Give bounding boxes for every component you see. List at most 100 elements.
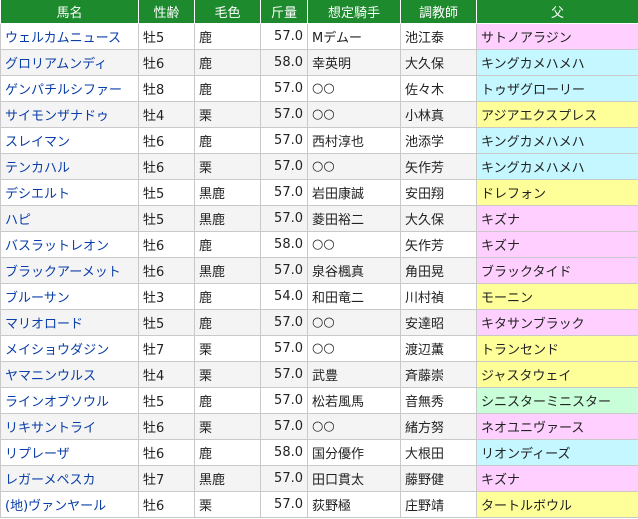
- trainer-cell: 渡辺薫: [400, 335, 477, 362]
- col-header-sire: 父: [476, 0, 638, 24]
- horse-name-link[interactable]: ヤマニンウルス: [5, 369, 96, 384]
- trainer-cell: 緒方努: [400, 413, 477, 440]
- horse-name-link[interactable]: バスラットレオン: [5, 239, 109, 254]
- horse-name-link[interactable]: ハピ: [5, 213, 31, 228]
- sex-age-cell: 牡7: [138, 465, 195, 492]
- jockey-cell: 武豊: [307, 361, 401, 388]
- horse-name-cell: ブラックアーメット: [0, 257, 139, 284]
- horse-name-link[interactable]: テンカハル: [5, 161, 70, 176]
- horse-name-link[interactable]: マリオロード: [5, 317, 83, 332]
- horse-name-link[interactable]: デシエルト: [5, 187, 70, 202]
- trainer-cell: 角田晃: [400, 257, 477, 284]
- sex-age-cell: 牡6: [138, 257, 195, 284]
- table-row: ゲンパチルシファー 牡8 鹿 57.0 ○○ 佐々木 トゥザグローリー: [0, 75, 638, 102]
- sex-age-cell: 牡6: [138, 439, 195, 466]
- jockey-cell: ○○: [307, 309, 401, 336]
- table-row: メイショウダジン 牡7 栗 57.0 ○○ 渡辺薫 トランセンド: [0, 335, 638, 362]
- jockey-cell: ○○: [307, 231, 401, 258]
- weight-cell: 57.0: [260, 335, 308, 362]
- sire-cell: キズナ: [476, 205, 638, 232]
- trainer-cell: 藤野健: [400, 465, 477, 492]
- horse-name-link[interactable]: サイモンザナドゥ: [5, 109, 109, 124]
- weight-cell: 57.0: [260, 257, 308, 284]
- horse-name-link[interactable]: ウェルカムニュース: [5, 31, 121, 46]
- weight-cell: 57.0: [260, 23, 308, 50]
- horse-name-link[interactable]: ブラックアーメット: [5, 265, 121, 280]
- jockey-cell: ○○: [307, 75, 401, 102]
- horse-name-cell: (地)ヴァンヤール: [0, 491, 139, 518]
- weight-cell: 58.0: [260, 231, 308, 258]
- weight-cell: 57.0: [260, 413, 308, 440]
- horse-name-cell: ラインオブソウル: [0, 387, 139, 414]
- sire-cell: ジャスタウェイ: [476, 361, 638, 388]
- jockey-cell: Mデムー: [307, 23, 401, 50]
- jockey-cell: 松若風馬: [307, 387, 401, 414]
- jockey-cell: 泉谷楓真: [307, 257, 401, 284]
- table-row: ハピ 牡5 黒鹿 57.0 菱田裕二 大久保 キズナ: [0, 205, 638, 232]
- coat-color-cell: 黒鹿: [194, 465, 261, 492]
- weight-cell: 58.0: [260, 439, 308, 466]
- table-row: ブラックアーメット 牡6 黒鹿 57.0 泉谷楓真 角田晃 ブラックタイド: [0, 257, 638, 284]
- horse-name-cell: マリオロード: [0, 309, 139, 336]
- coat-color-cell: 栗: [194, 413, 261, 440]
- coat-color-cell: 鹿: [194, 75, 261, 102]
- horse-name-link[interactable]: リプレーザ: [5, 447, 70, 462]
- coat-color-cell: 鹿: [194, 387, 261, 414]
- entries-table: 馬名 性齢 毛色 斤量 想定騎手 調教師 父 ウェルカムニュース 牡5 鹿 57.0 M…: [0, 0, 638, 518]
- jockey-cell: 田口貫太: [307, 465, 401, 492]
- weight-cell: 57.0: [260, 127, 308, 154]
- table-row: スレイマン 牡6 鹿 57.0 西村淳也 池添学 キングカメハメハ: [0, 127, 638, 154]
- coat-color-cell: 黒鹿: [194, 179, 261, 206]
- jockey-cell: 和田竜二: [307, 283, 401, 310]
- horse-name-link[interactable]: ラインオブソウル: [5, 395, 109, 410]
- horse-name-cell: ウェルカムニュース: [0, 23, 139, 50]
- sex-age-cell: 牡3: [138, 283, 195, 310]
- sex-age-cell: 牡4: [138, 101, 195, 128]
- horse-name-link[interactable]: メイショウダジン: [5, 343, 109, 358]
- jockey-cell: ○○: [307, 101, 401, 128]
- weight-cell: 57.0: [260, 205, 308, 232]
- sire-cell: キタサンブラック: [476, 309, 638, 336]
- horse-name-cell: デシエルト: [0, 179, 139, 206]
- horse-name-cell: テンカハル: [0, 153, 139, 180]
- horse-name-link[interactable]: スレイマン: [5, 135, 70, 150]
- horse-name-cell: ヤマニンウルス: [0, 361, 139, 388]
- trainer-cell: 大久保: [400, 205, 477, 232]
- col-header-jockey: 想定騎手: [307, 0, 401, 24]
- weight-cell: 57.0: [260, 309, 308, 336]
- sire-cell: ネオユニヴァース: [476, 413, 638, 440]
- horse-name-link[interactable]: レガーメペスカ: [5, 473, 95, 488]
- sire-cell: サトノアラジン: [476, 23, 638, 50]
- horse-name-link[interactable]: (地)ヴァンヤール: [5, 499, 106, 514]
- table-row: デシエルト 牡5 黒鹿 57.0 岩田康誠 安田翔 ドレフォン: [0, 179, 638, 206]
- col-header-weight: 斤量: [260, 0, 308, 24]
- coat-color-cell: 栗: [194, 491, 261, 518]
- coat-color-cell: 鹿: [194, 23, 261, 50]
- horse-name-cell: リプレーザ: [0, 439, 139, 466]
- jockey-cell: 西村淳也: [307, 127, 401, 154]
- horse-name-cell: サイモンザナドゥ: [0, 101, 139, 128]
- coat-color-cell: 鹿: [194, 127, 261, 154]
- table-row: テンカハル 牡6 栗 57.0 ○○ 矢作芳 キングカメハメハ: [0, 153, 638, 180]
- sex-age-cell: 牡6: [138, 153, 195, 180]
- horse-name-link[interactable]: グロリアムンディ: [5, 57, 107, 72]
- weight-cell: 57.0: [260, 465, 308, 492]
- coat-color-cell: 鹿: [194, 283, 261, 310]
- sex-age-cell: 牡5: [138, 309, 195, 336]
- sex-age-cell: 牡6: [138, 49, 195, 76]
- horse-name-link[interactable]: ゲンパチルシファー: [5, 83, 122, 98]
- jockey-cell: 国分優作: [307, 439, 401, 466]
- horse-name-cell: レガーメペスカ: [0, 465, 139, 492]
- jockey-cell: ○○: [307, 153, 401, 180]
- horse-name-cell: メイショウダジン: [0, 335, 139, 362]
- sex-age-cell: 牡6: [138, 127, 195, 154]
- horse-name-cell: ゲンパチルシファー: [0, 75, 139, 102]
- horse-name-link[interactable]: リキサントライ: [5, 421, 96, 436]
- sire-cell: トランセンド: [476, 335, 638, 362]
- coat-color-cell: 鹿: [194, 309, 261, 336]
- jockey-cell: ○○: [307, 413, 401, 440]
- coat-color-cell: 栗: [194, 101, 261, 128]
- trainer-cell: 大根田: [400, 439, 477, 466]
- horse-name-link[interactable]: ブルーサン: [5, 291, 70, 306]
- table-row: レガーメペスカ 牡7 黒鹿 57.0 田口貫太 藤野健 キズナ: [0, 465, 638, 492]
